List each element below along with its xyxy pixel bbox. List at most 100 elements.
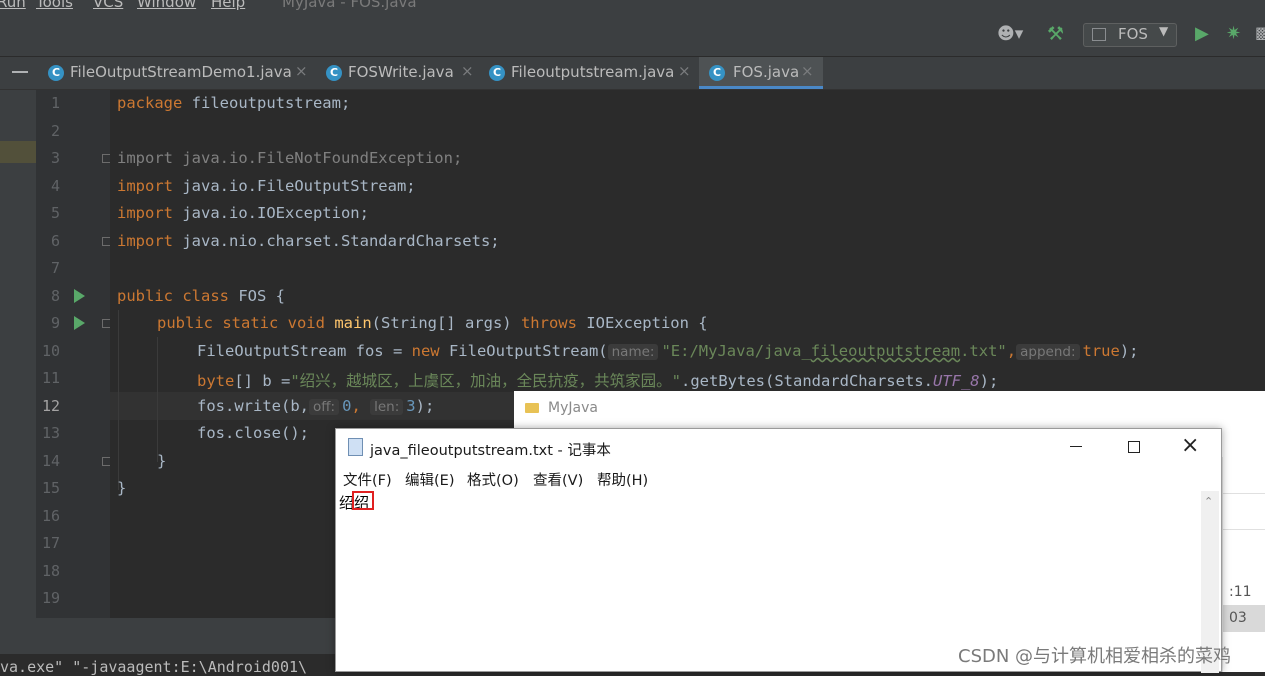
maximize-button[interactable] (1105, 429, 1163, 465)
line-number: 1 (50, 94, 60, 112)
param-hint-off: off: (308, 399, 340, 415)
watermark: CSDN @与计算机相爱相杀的菜鸡 (958, 646, 1232, 667)
close-icon[interactable]: × (295, 62, 308, 80)
line-number: 8 (50, 287, 60, 305)
java-class-icon: C (326, 65, 342, 81)
code-line-9: public static void main(String[] args) t… (157, 314, 708, 332)
line-number: 19 (41, 589, 60, 607)
run-configuration-select[interactable]: FOS ▼ (1083, 23, 1177, 47)
explorer-details-pane: :11 03 (1222, 457, 1265, 672)
java-class-icon: C (709, 65, 725, 81)
menu-help[interactable]: Help (211, 0, 245, 11)
menu-run[interactable]: Run (0, 0, 26, 11)
line-number: 11 (41, 369, 60, 387)
red-highlight-box (352, 491, 374, 510)
user-icon[interactable]: ☻▾ (997, 24, 1023, 44)
notepad-title: java_fileoutputstream.txt - 记事本 (370, 443, 611, 459)
menu-file[interactable]: 文件(F) (343, 469, 392, 490)
chevron-down-icon: ▼ (1159, 24, 1169, 38)
line-number: 4 (50, 177, 60, 195)
run-icon[interactable]: ▶ (1195, 23, 1209, 44)
close-icon: × (1181, 433, 1200, 458)
close-button[interactable]: × (1163, 429, 1221, 465)
partial-text: :11 (1229, 584, 1252, 600)
divider (1223, 493, 1265, 494)
code-line-14: } (157, 452, 167, 470)
menu-edit[interactable]: 编辑(E) (405, 469, 454, 490)
divider (1223, 529, 1265, 530)
java-class-icon: C (48, 65, 64, 81)
line-number-current: 12 (41, 397, 60, 415)
notepad-window[interactable]: java_fileoutputstream.txt - 记事本 × 文件(F) … (335, 428, 1222, 673)
close-icon[interactable]: × (801, 62, 814, 80)
line-number: 6 (50, 232, 60, 250)
chevron-up-icon[interactable]: ⌃ (1204, 495, 1213, 508)
notepad-title-bar[interactable]: java_fileoutputstream.txt - 记事本 × (336, 429, 1221, 465)
minimize-button[interactable] (1047, 429, 1105, 465)
run-main-icon[interactable] (74, 316, 85, 330)
tab-fileoutputstreamdemo1[interactable]: C FileOutputStreamDemo1.java × (48, 57, 318, 89)
indent-guide (157, 337, 158, 462)
code-line-6: import java.nio.charset.StandardCharsets… (117, 232, 500, 250)
menu-bar: Run Tools VCS Window Help MyJava - FOS.j… (0, 0, 1265, 14)
hammer-icon[interactable]: ⚒ (1047, 23, 1064, 45)
menu-window[interactable]: Window (137, 0, 196, 11)
code-line-1: package fileoutputstream; (117, 94, 351, 112)
coverage-icon[interactable]: ▩ (1255, 23, 1265, 42)
code-line-13: fos.close(); (197, 424, 309, 442)
menu-vcs[interactable]: VCS (93, 0, 123, 11)
line-number: 5 (50, 204, 60, 222)
menu-help[interactable]: 帮助(H) (597, 469, 648, 490)
maximize-icon (1128, 441, 1140, 453)
line-number: 2 (50, 122, 60, 140)
line-number: 14 (41, 452, 60, 470)
code-line-4: import java.io.FileOutputStream; (117, 177, 416, 195)
code-line-5: import java.io.IOException; (117, 204, 369, 222)
explorer-title: MyJava (548, 400, 598, 416)
line-number: 9 (50, 314, 60, 332)
console-output: va.exe" "-javaagent:E:\Android001\ (0, 658, 308, 676)
partial-text: 03 (1229, 610, 1247, 626)
code-line-11: byte[] b ="绍兴，越城区，上虞区，加油，全民抗疫，共筑家园。".get… (197, 372, 999, 390)
line-number: 13 (41, 424, 60, 442)
tab-foswrite[interactable]: C FOSWrite.java × (326, 57, 486, 89)
hide-panel-icon[interactable] (12, 71, 28, 73)
minimize-icon (1070, 446, 1082, 447)
menu-format[interactable]: 格式(O) (467, 469, 519, 490)
window-title: MyJava - FOS.java (282, 0, 417, 11)
tab-fos[interactable]: C FOS.java × (699, 57, 823, 89)
indent-guide (118, 310, 119, 490)
code-line-12: fos.write(b, off: 0, len: 3); (197, 397, 435, 415)
code-line-15: } (117, 479, 127, 497)
editor-gutter: 1 2 3 4 5 6 7 8 9 10 11 12 13 14 15 16 1… (0, 90, 111, 618)
param-hint-name: name: (607, 344, 659, 360)
tab-label: FOS.java (733, 63, 800, 81)
tab-fileoutputstream[interactable]: C Fileoutputstream.java × (489, 57, 699, 89)
line-number: 16 (41, 507, 60, 525)
tab-label: FOSWrite.java (348, 63, 454, 81)
close-icon[interactable]: × (461, 62, 474, 80)
param-hint-append: append: (1016, 344, 1080, 360)
folder-icon (525, 403, 539, 413)
tab-label: Fileoutputstream.java (511, 63, 675, 81)
run-class-icon[interactable] (74, 289, 85, 303)
line-number: 15 (41, 479, 60, 497)
menu-tools[interactable]: Tools (36, 0, 73, 11)
close-icon[interactable]: × (678, 62, 691, 80)
config-icon (1092, 28, 1106, 41)
editor-tab-bar: C FileOutputStreamDemo1.java × C FOSWrit… (0, 57, 1265, 90)
tab-label: FileOutputStreamDemo1.java (70, 63, 292, 81)
line-number: 17 (41, 534, 60, 552)
code-line-3: import java.io.FileNotFoundException; (117, 149, 463, 167)
line-number: 3 (50, 149, 60, 167)
menu-view[interactable]: 查看(V) (533, 469, 583, 490)
run-configuration-label: FOS (1118, 25, 1148, 43)
line-number: 18 (41, 562, 60, 580)
line-number: 7 (50, 259, 60, 277)
notepad-icon (348, 438, 363, 456)
code-line-10: FileOutputStream fos = new FileOutputStr… (197, 342, 1139, 360)
notepad-menu-bar: 文件(F) 编辑(E) 格式(O) 查看(V) 帮助(H) (336, 467, 1221, 491)
code-line-8: public class FOS { (117, 287, 285, 305)
line-number: 10 (41, 342, 60, 360)
debug-icon[interactable]: ✷ (1226, 23, 1241, 44)
